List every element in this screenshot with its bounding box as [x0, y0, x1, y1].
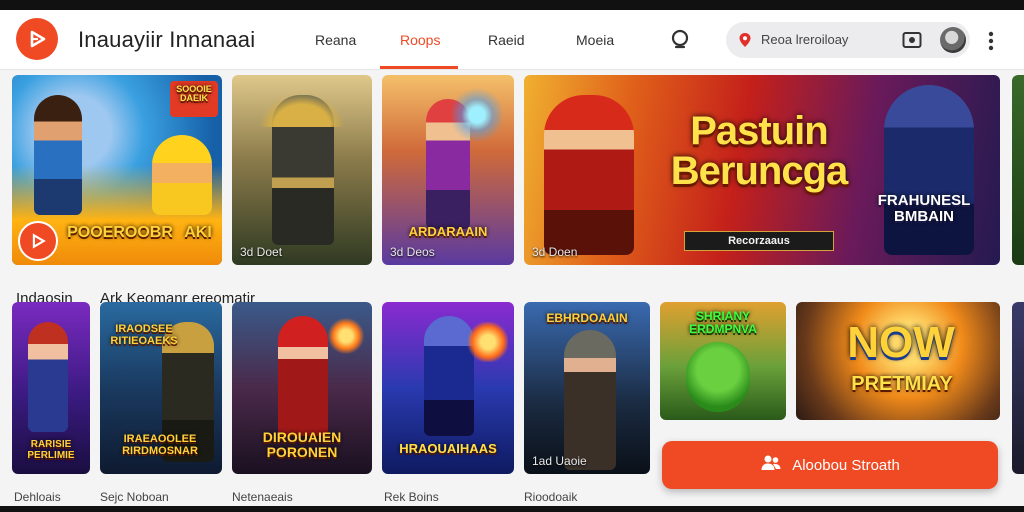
- banner-subtitle: Recorzaaus: [684, 231, 834, 251]
- game-label-3[interactable]: Netenaeais: [232, 490, 293, 504]
- viking-figure: [564, 330, 616, 470]
- game-card-3[interactable]: Ardaraain 3d Deos: [382, 75, 514, 265]
- monster-figure: [686, 342, 750, 412]
- play-badge-icon[interactable]: [18, 221, 58, 261]
- card-caption: 3d Doen: [532, 245, 578, 259]
- card-title: Dirouaien Poronen: [262, 429, 342, 460]
- app-title: Inauayiir Innanaai: [78, 27, 256, 52]
- card-title-top: Now: [847, 318, 955, 367]
- next-card-peek[interactable]: [1012, 75, 1024, 265]
- card-title: Ardaraain: [408, 224, 488, 239]
- armored-figure: [424, 316, 474, 436]
- card-caption: 3d Deos: [390, 245, 435, 259]
- top-bar: Inauayiir Innanaai Reana Roops Raeid Moe…: [0, 10, 1024, 70]
- red-warrior-figure: [544, 95, 634, 255]
- magic-effect: [452, 85, 502, 145]
- tab-reana[interactable]: Reana: [315, 32, 356, 48]
- card-title: Shriany Erdmpnva: [689, 309, 757, 336]
- tab-moeia[interactable]: Moeia: [576, 32, 614, 48]
- card-title: Hraouaihaas: [399, 441, 497, 456]
- dark-knight-figure: [884, 85, 974, 255]
- card-title-bottom: Pretmiay: [851, 373, 953, 395]
- red-hood-figure: [278, 316, 328, 436]
- game-label-5[interactable]: Rioodoaik: [524, 490, 577, 504]
- game-card-5[interactable]: Rarisie Perlimie: [12, 302, 90, 474]
- card-title: Pooeroobr: [67, 224, 173, 241]
- banner-side-tag: Frahunesl Bmbain: [877, 192, 971, 225]
- featured-banner[interactable]: Pastuin Beruncga Recorzaaus Frahunesl Bm…: [524, 75, 1000, 265]
- heroine-figure: [28, 322, 68, 432]
- card-title-bottom: Iraeaoolee Rirdmosnar: [122, 433, 198, 457]
- cta-label: Aloobou Stroath: [792, 456, 900, 474]
- game-label-1[interactable]: Dehloais: [14, 490, 61, 504]
- more-options-icon[interactable]: [984, 30, 998, 52]
- fire-effect: [328, 318, 364, 354]
- game-card-11[interactable]: Now Pretmiay: [796, 302, 1000, 420]
- game-card-7[interactable]: Dirouaien Poronen: [232, 302, 372, 474]
- game-card-2[interactable]: 3d Doet: [232, 75, 372, 265]
- search-input-text[interactable]: Reoa lreroiloay: [761, 32, 848, 47]
- camera-icon[interactable]: [902, 31, 922, 49]
- tab-roops[interactable]: Roops: [400, 32, 440, 48]
- wings: [252, 87, 352, 127]
- avatar[interactable]: [940, 27, 966, 53]
- location-pin-icon: [738, 32, 752, 53]
- card-title: Rarisie Perlimie: [27, 439, 75, 461]
- game-card-9[interactable]: Ebhrdoaain 1ad Uaoie: [524, 302, 650, 474]
- app-frame: Inauayiir Innanaai Reana Roops Raeid Moe…: [0, 10, 1024, 506]
- card-badge: Soooie Daeik: [176, 84, 212, 104]
- card-title-suffix: Aki: [184, 224, 212, 241]
- hero-figure: [34, 95, 82, 215]
- banner-headline: Pastuin Beruncga: [670, 109, 849, 193]
- game-card-8[interactable]: Hraouaihaas: [382, 302, 514, 474]
- fire-effect: [468, 322, 508, 362]
- game-card-1[interactable]: Soooie Daeik Pooeroobr Aki: [12, 75, 222, 265]
- card-title: Ebhrdoaain: [546, 311, 628, 325]
- sidekick-figure: [152, 135, 212, 215]
- app-logo-icon[interactable]: [16, 18, 58, 60]
- next-card-peek[interactable]: [1012, 302, 1024, 474]
- game-label-4[interactable]: Rek Boins: [384, 490, 439, 504]
- cta-button[interactable]: Aloobou Stroath: [662, 441, 998, 489]
- card-caption: 3d Doet: [240, 245, 283, 259]
- search-field[interactable]: Reoa lreroiloay: [726, 22, 970, 58]
- game-card-10[interactable]: Shriany Erdmpnva: [660, 302, 786, 420]
- users-icon: [760, 454, 782, 477]
- active-tab-indicator: [380, 66, 458, 69]
- search-icon[interactable]: [668, 27, 694, 53]
- game-label-2[interactable]: Sejc Noboan: [100, 490, 169, 504]
- card-caption: 1ad Uaoie: [532, 454, 587, 468]
- game-card-6[interactable]: Iraodsee Ritieoaeks Iraeaoolee Rirdmosna…: [100, 302, 222, 474]
- tab-raeid[interactable]: Raeid: [488, 32, 525, 48]
- card-title-top: Iraodsee Ritieoaeks: [110, 323, 178, 347]
